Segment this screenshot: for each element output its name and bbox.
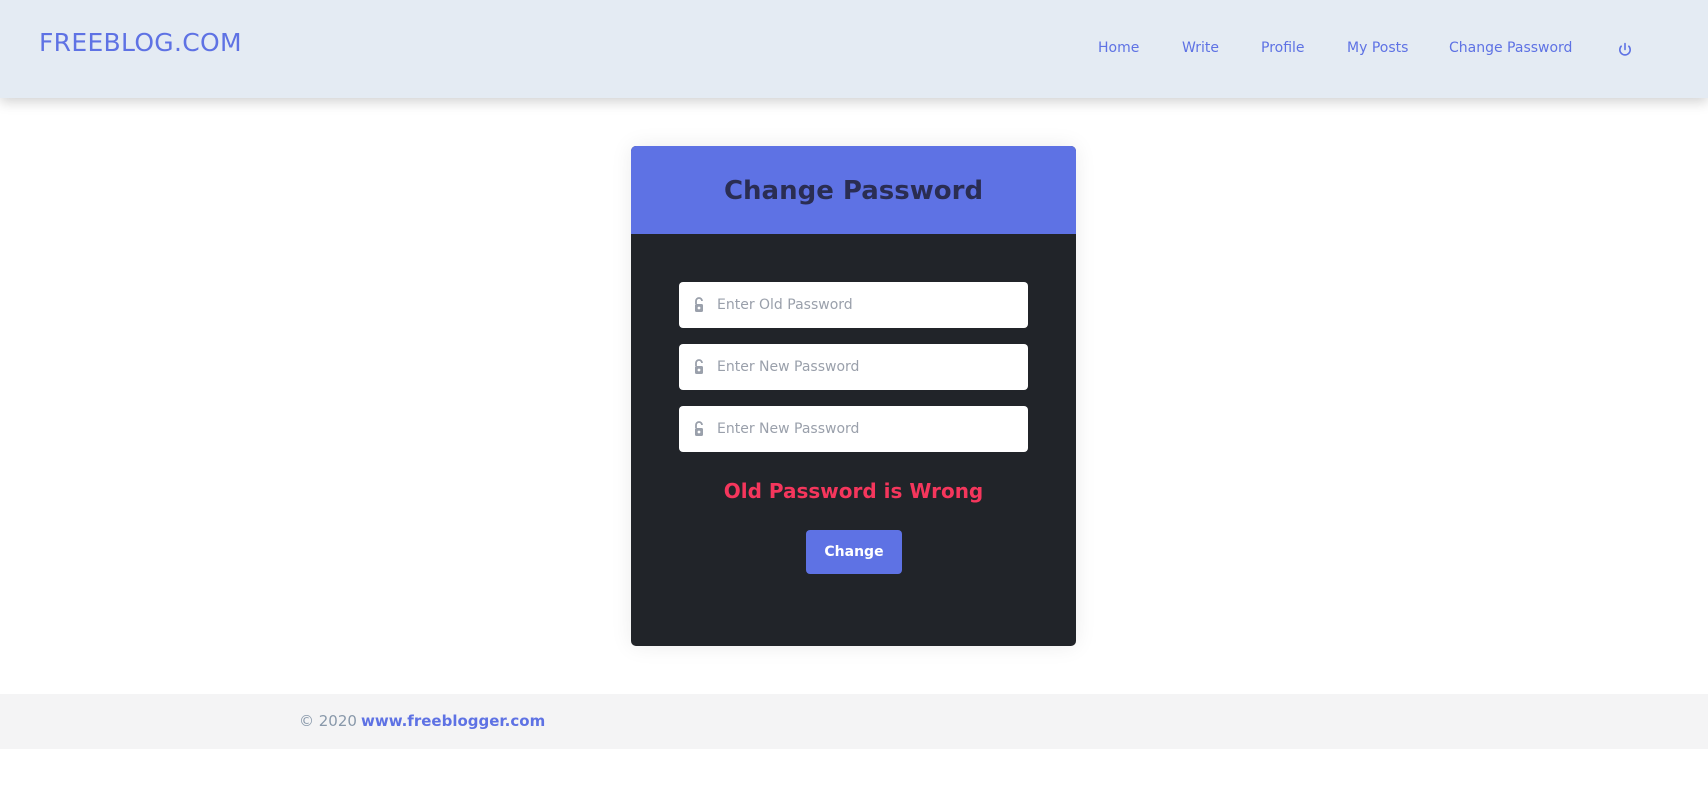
- lock-icon: [695, 421, 703, 436]
- footer-website-link[interactable]: www.freeblogger.com: [361, 712, 545, 730]
- new-password-field[interactable]: [679, 344, 1028, 390]
- change-password-card: Change Password Old Password is Wrong Ch…: [631, 146, 1076, 646]
- copyright-text: © 2020: [299, 712, 357, 730]
- lock-icon: [695, 297, 703, 312]
- nav-write-link[interactable]: Write: [1182, 40, 1219, 56]
- card-header: Change Password: [631, 146, 1076, 234]
- old-password-input[interactable]: [715, 282, 1015, 328]
- change-button[interactable]: Change: [806, 530, 902, 574]
- footer: © 2020 www.freeblogger.com: [0, 694, 1708, 749]
- confirm-password-field[interactable]: [679, 406, 1028, 452]
- nav-links: Home Write Profile My Posts Change Passw…: [0, 40, 1708, 60]
- new-password-input[interactable]: [715, 344, 1015, 390]
- card-title: Change Password: [723, 176, 984, 206]
- nav-home-link[interactable]: Home: [1098, 40, 1139, 56]
- power-icon[interactable]: [1617, 41, 1633, 59]
- error-message: Old Password is Wrong: [723, 479, 984, 503]
- nav-my-posts-link[interactable]: My Posts: [1347, 40, 1408, 56]
- nav-change-password-link[interactable]: Change Password: [1449, 40, 1572, 56]
- old-password-field[interactable]: [679, 282, 1028, 328]
- lock-icon: [695, 359, 703, 374]
- top-navbar: FREEBLOG.COM Home Write Profile My Posts…: [0, 0, 1708, 98]
- confirm-password-input[interactable]: [715, 406, 1015, 452]
- nav-profile-link[interactable]: Profile: [1261, 40, 1305, 56]
